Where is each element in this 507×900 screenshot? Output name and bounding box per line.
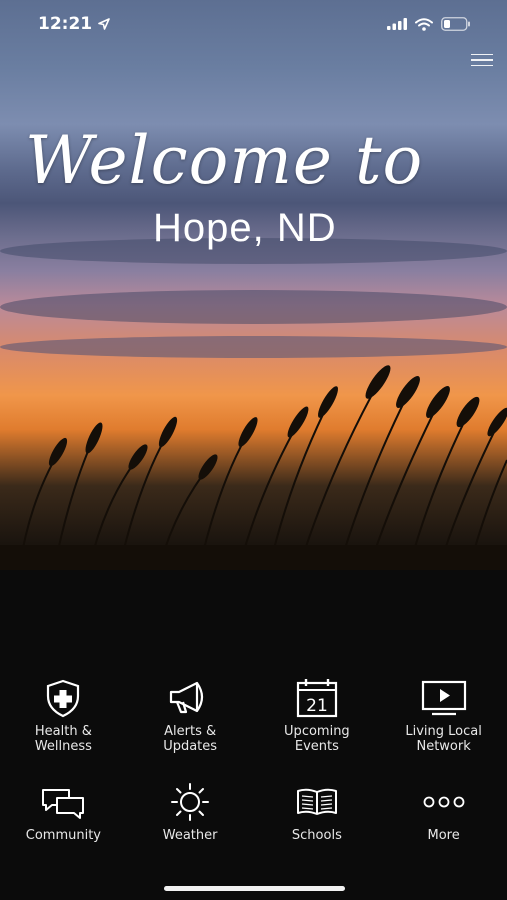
home-indicator[interactable] <box>164 886 345 891</box>
cloud-band <box>0 290 507 324</box>
community-label: Community <box>25 828 101 843</box>
upcoming-events-button[interactable]: 21 Upcoming Events <box>254 678 381 776</box>
status-time: 12:21 <box>38 14 93 34</box>
health-wellness-label-line2: Wellness <box>34 739 92 754</box>
more-button[interactable]: More <box>380 782 507 872</box>
alerts-updates-button[interactable]: Alerts & Updates <box>127 678 254 776</box>
living-local-label-line1: Living Local <box>405 724 482 739</box>
megaphone-icon <box>170 681 204 714</box>
health-wellness-label-line1: Health & <box>34 724 92 739</box>
living-local-label-line2: Network <box>416 739 471 754</box>
video-play-icon <box>421 680 466 716</box>
hero-background <box>0 0 507 570</box>
sun-icon <box>171 783 210 821</box>
community-button[interactable]: Community <box>0 782 127 872</box>
cloud-band <box>0 336 507 358</box>
weather-label: Weather <box>162 828 218 843</box>
alerts-updates-label-line1: Alerts & <box>164 724 217 739</box>
more-label: More <box>427 828 460 843</box>
shield-cross-icon <box>47 679 80 718</box>
more-dots-icon <box>423 796 465 808</box>
welcome-heading: Welcome to <box>25 122 424 199</box>
schools-button[interactable]: Schools <box>254 782 381 872</box>
hamburger-menu-icon[interactable] <box>471 50 493 70</box>
cellular-signal-icon <box>387 18 407 30</box>
status-bar: 12:21 <box>0 0 507 48</box>
schools-label: Schools <box>291 828 342 843</box>
open-book-icon <box>296 788 337 815</box>
menu-grid-row-2: Community Weather Schools More <box>0 782 507 872</box>
location-arrow-icon <box>98 18 110 30</box>
calendar-icon: 21 <box>296 679 337 718</box>
town-name: Hope, ND <box>153 206 337 250</box>
health-wellness-button[interactable]: Health & Wellness <box>0 678 127 776</box>
menu-grid-row-1: Health & Wellness Alerts & Updates 21 Up… <box>0 678 507 776</box>
wifi-icon <box>415 17 433 31</box>
weather-button[interactable]: Weather <box>127 782 254 872</box>
living-local-network-button[interactable]: Living Local Network <box>380 678 507 776</box>
upcoming-events-label-line2: Events <box>294 739 339 754</box>
battery-icon <box>441 17 470 31</box>
grass-silhouette <box>0 365 507 570</box>
calendar-date: 21 <box>306 696 328 716</box>
alerts-updates-label-line2: Updates <box>163 739 218 754</box>
upcoming-events-label-line1: Upcoming <box>284 724 350 739</box>
chat-bubbles-icon <box>42 789 85 819</box>
